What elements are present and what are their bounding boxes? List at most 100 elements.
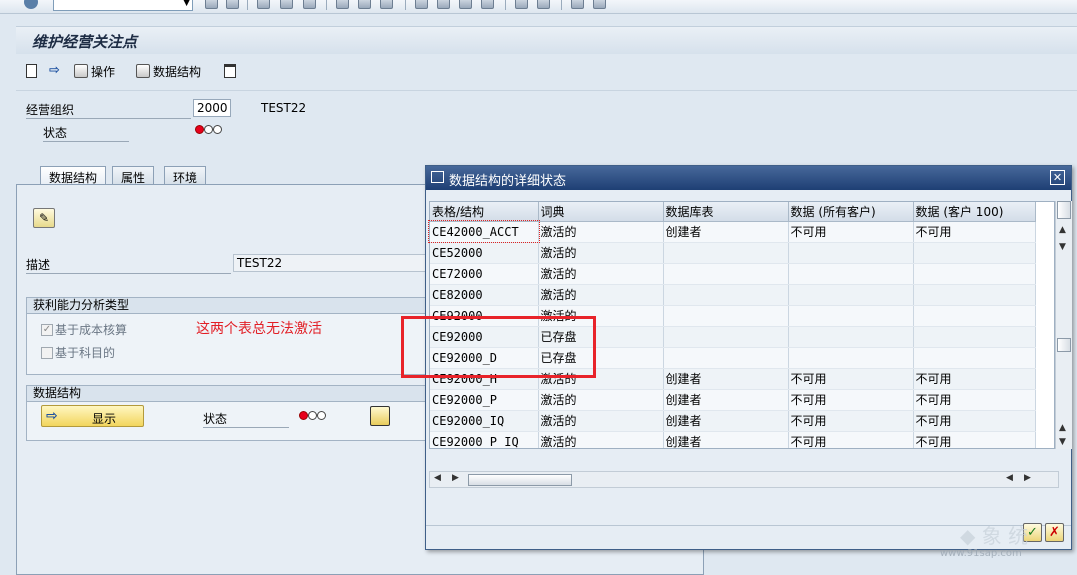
table-cell[interactable]: 不可用 (913, 368, 1036, 390)
help-icon[interactable] (571, 0, 584, 9)
command-field[interactable]: ▼ (53, 0, 193, 11)
costing-based-checkbox[interactable]: ✓ 基于成本核算 (41, 321, 127, 338)
table-cell[interactable] (788, 305, 914, 327)
table-cell[interactable] (788, 242, 914, 264)
cancel-button[interactable]: ✗ (1045, 523, 1064, 542)
table-cell[interactable] (663, 347, 789, 369)
table-cell[interactable]: 不可用 (913, 431, 1036, 448)
show-button[interactable]: ⇨ 显示 (41, 405, 144, 427)
horizontal-scrollbar[interactable]: ◀ ▶ ◀ ▶ (429, 471, 1059, 488)
table-cell[interactable] (788, 284, 914, 306)
save-icon[interactable] (205, 0, 218, 9)
table-cell[interactable]: CE92000_P_IQ (430, 431, 539, 448)
table-cell[interactable] (788, 263, 914, 285)
table-cell[interactable] (913, 242, 1036, 264)
table-cell[interactable] (663, 326, 789, 348)
action-button[interactable]: 操作 (74, 62, 115, 80)
table-cell[interactable]: 不可用 (913, 221, 1036, 243)
scroll-thumb[interactable] (468, 474, 572, 486)
table-cell[interactable]: 创建者 (663, 368, 789, 390)
table-cell[interactable]: 不可用 (788, 221, 914, 243)
table-cell[interactable]: 创建者 (663, 410, 789, 432)
scroll-left-icon[interactable]: ◀ (434, 473, 441, 483)
scroll-left-icon[interactable]: ◀ (1006, 473, 1013, 483)
table-cell[interactable]: 激活的 (538, 284, 664, 306)
tab-attributes[interactable]: 属性 (112, 166, 155, 185)
table-cell[interactable] (663, 242, 789, 264)
close-icon[interactable]: ✕ (1050, 170, 1065, 185)
table-cell[interactable]: 激活的 (538, 242, 664, 264)
exit-icon[interactable] (257, 0, 270, 9)
table-cell[interactable]: 激活的 (538, 431, 664, 448)
table-row[interactable]: CE92000_P_IQ 激活的 创建者 不可用 不可用 (430, 431, 1036, 448)
back-icon[interactable] (226, 0, 239, 9)
table-cell[interactable]: CE82000 (430, 284, 539, 306)
table-cell[interactable]: CE52000 (430, 242, 539, 264)
org-field[interactable]: 2000 (193, 99, 231, 117)
table-cell[interactable]: 不可用 (788, 389, 914, 411)
table-cell[interactable]: CE42000_ACCT (430, 221, 539, 243)
cancel2-icon[interactable] (303, 0, 316, 9)
scroll-thumb[interactable] (1057, 338, 1071, 352)
table-cell[interactable] (663, 263, 789, 285)
table-cell[interactable] (663, 284, 789, 306)
table-cell[interactable]: 激活的 (538, 263, 664, 285)
layout-icon[interactable] (593, 0, 606, 9)
find-next-icon[interactable] (380, 0, 393, 9)
table-row[interactable]: CE82000 激活的 (430, 284, 1036, 306)
delete-button[interactable] (224, 62, 236, 80)
scroll-up-icon[interactable]: ▲ (1059, 423, 1066, 433)
column-header[interactable]: 表格/结构 (430, 202, 539, 222)
new-button[interactable] (26, 62, 37, 80)
table-cell[interactable]: 激活的 (538, 389, 664, 411)
tab-data-structure[interactable]: 数据结构 (40, 166, 107, 185)
table-cell[interactable] (663, 305, 789, 327)
data-structure-button[interactable]: 数据结构 (136, 62, 201, 80)
table-cell[interactable] (913, 263, 1036, 285)
table-cell[interactable]: 不可用 (788, 431, 914, 448)
vertical-scrollbar[interactable]: ▲ ▼ ▲ ▼ (1055, 201, 1072, 449)
table-cell[interactable]: 激活的 (538, 221, 664, 243)
column-header[interactable]: 数据 (客户 100) (913, 202, 1036, 222)
scroll-up-icon[interactable]: ▲ (1059, 225, 1066, 235)
prev-page-icon[interactable] (437, 0, 450, 9)
column-header[interactable]: 数据库表 (663, 202, 789, 222)
scroll-right-icon[interactable]: ▶ (452, 473, 459, 483)
table-row[interactable]: CE52000 激活的 (430, 242, 1036, 264)
table-cell[interactable] (913, 347, 1036, 369)
last-page-icon[interactable] (481, 0, 494, 9)
table-cell[interactable]: 不可用 (788, 368, 914, 390)
table-row[interactable]: CE92000_P 激活的 创建者 不可用 不可用 (430, 389, 1036, 411)
shortcut-icon[interactable] (537, 0, 550, 9)
table-cell[interactable] (913, 326, 1036, 348)
table-cell[interactable]: 激活的 (538, 410, 664, 432)
table-cell[interactable]: CE92000_P (430, 389, 539, 411)
table-cell[interactable]: 不可用 (913, 410, 1036, 432)
cancel-icon[interactable] (280, 0, 293, 9)
table-cell[interactable]: 创建者 (663, 221, 789, 243)
scroll-right-icon[interactable]: ▶ (1024, 473, 1031, 483)
find-icon[interactable] (358, 0, 371, 9)
table-cell[interactable] (788, 326, 914, 348)
table-cell[interactable]: 创建者 (663, 431, 789, 448)
table-cell[interactable]: CE92000_IQ (430, 410, 539, 432)
scroll-down-icon[interactable]: ▼ (1059, 437, 1066, 447)
description-field[interactable]: TEST22 (233, 254, 433, 272)
table-cell[interactable]: 不可用 (788, 410, 914, 432)
table-cell[interactable]: CE72000 (430, 263, 539, 285)
first-page-icon[interactable] (415, 0, 428, 9)
detail-status-button[interactable] (370, 406, 390, 426)
table-row[interactable]: CE72000 激活的 (430, 263, 1036, 285)
column-header[interactable]: 词典 (538, 202, 664, 222)
column-header[interactable]: 数据 (所有客户) (788, 202, 914, 222)
table-cell[interactable] (913, 284, 1036, 306)
table-cell[interactable] (913, 305, 1036, 327)
new-session-icon[interactable] (515, 0, 528, 9)
chevron-down-icon[interactable]: ▼ (183, 0, 190, 8)
scroll-down-icon[interactable]: ▼ (1059, 242, 1066, 252)
scroll-thumb[interactable] (1057, 201, 1071, 219)
account-based-checkbox[interactable]: 基于科目的 (41, 344, 115, 361)
enter-icon[interactable] (24, 0, 38, 9)
table-cell[interactable]: 创建者 (663, 389, 789, 411)
next-page-icon[interactable] (459, 0, 472, 9)
